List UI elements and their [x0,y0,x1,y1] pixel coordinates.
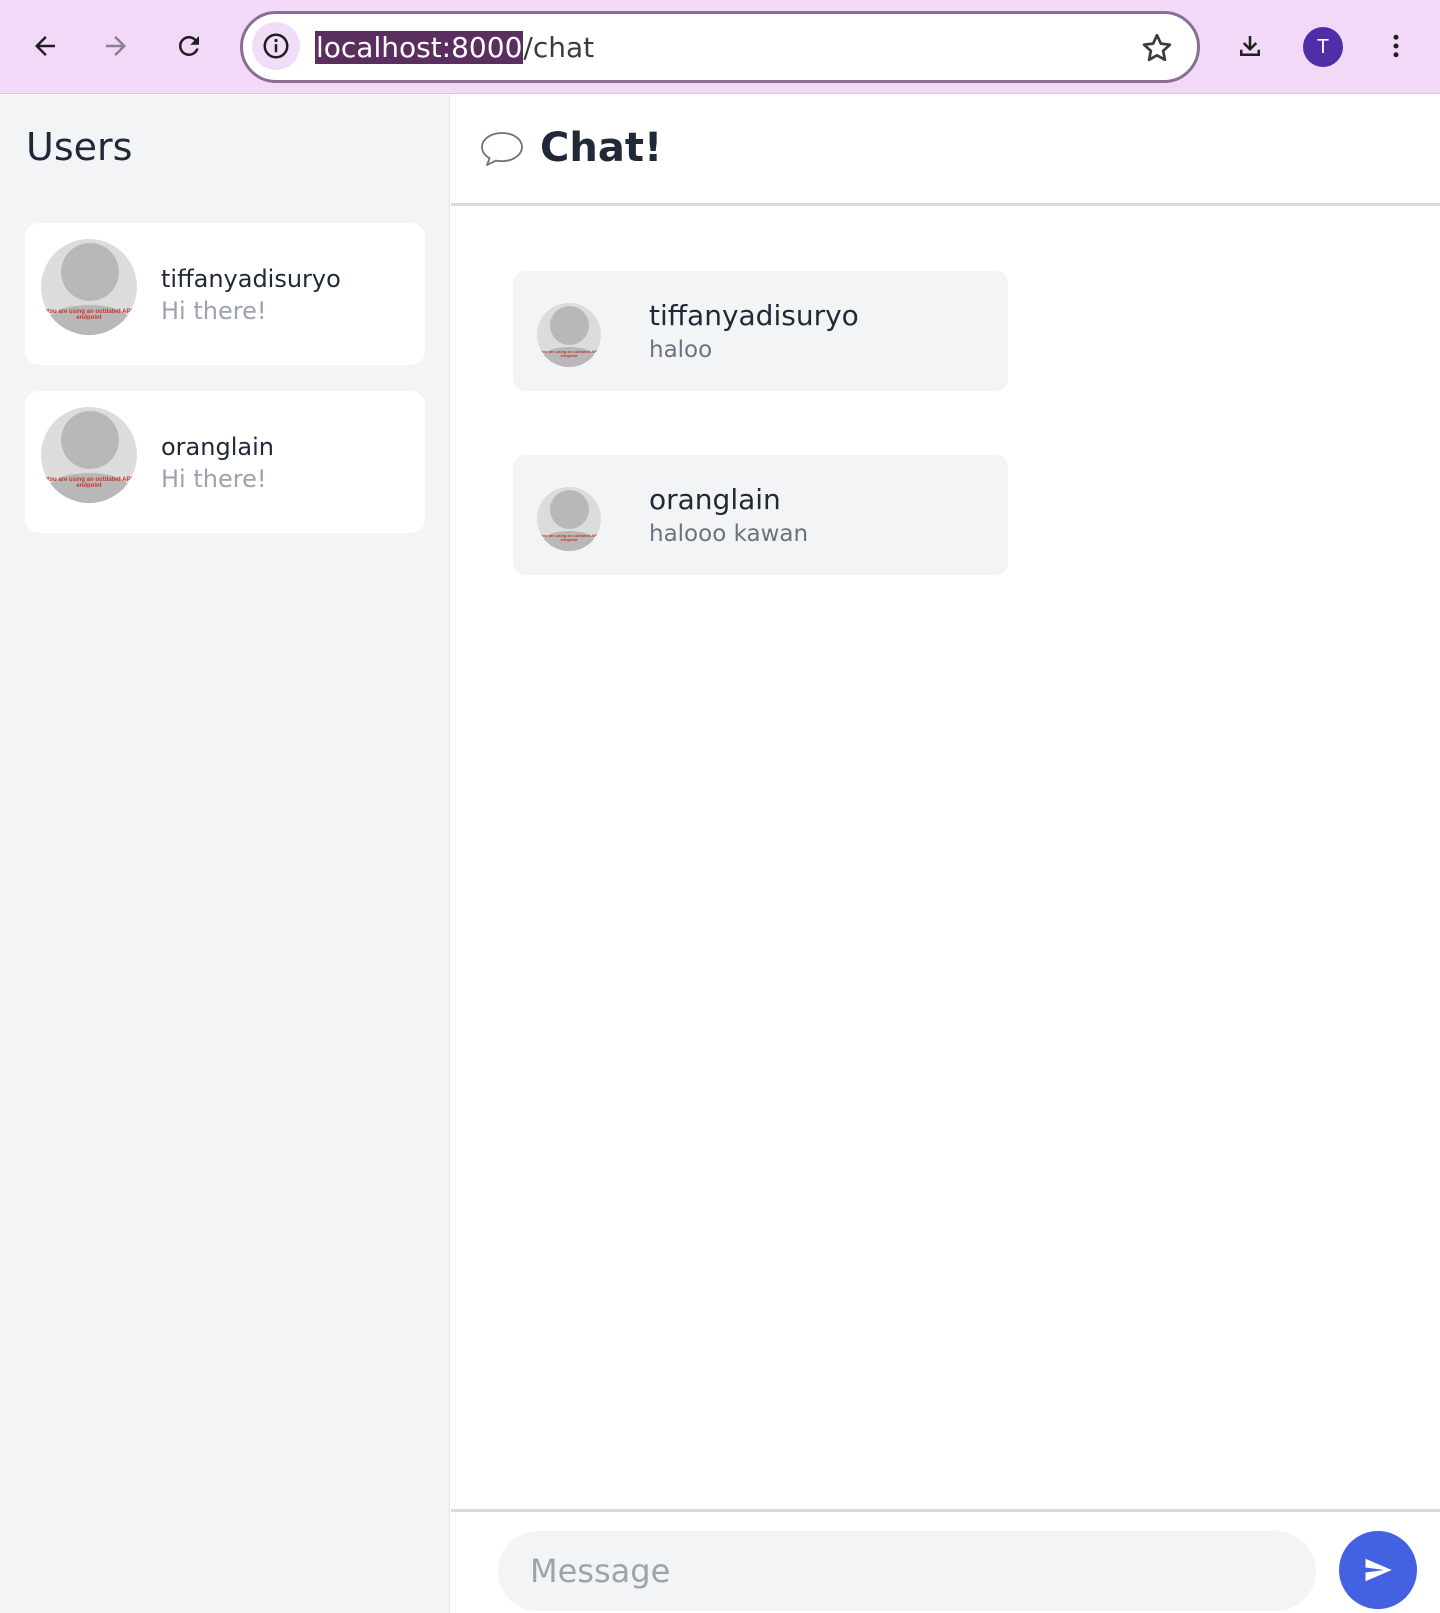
user-list-item[interactable]: You are using an outdated API endpoint o… [25,391,425,533]
chat-header: Chat! [451,95,1440,206]
message-text: halooo kawan [649,521,809,547]
avatar-warning-text: You are using an outdated API endpoint [540,349,598,359]
send-icon [1365,1558,1392,1582]
forward-button[interactable] [90,20,142,72]
back-arrow-icon [35,36,55,56]
reload-icon [178,35,199,56]
chat-title: Chat! [540,125,663,171]
user-preview: Hi there! [161,465,267,493]
message-input[interactable] [498,1531,1316,1611]
user-avatar: You are using an outdated API endpoint [41,239,137,335]
message-text: haloo [649,337,713,363]
users-sidebar: Users You are using an outdated API endp… [0,95,450,1613]
user-avatar: You are using an outdated API endpoint [41,407,137,503]
reload-button[interactable] [163,20,215,72]
star-icon[interactable] [1139,30,1175,66]
download-icon [1240,36,1260,56]
message-list: You are using an outdated API endpoint t… [451,209,1440,1509]
avatar-warning-text: You are using an outdated API endpoint [45,477,133,490]
site-info-button[interactable] [252,22,300,70]
message-sender: tiffanyadisuryo [649,299,859,332]
back-button[interactable] [19,20,71,72]
address-bar[interactable]: localhost:8000/chat [240,11,1200,83]
user-name: tiffanyadisuryo [161,265,341,293]
url-host: localhost:8000 [315,31,524,64]
message-item: You are using an outdated API endpoint o… [513,455,1008,575]
info-icon [263,33,289,59]
avatar-warning-text: You are using an outdated API endpoint [45,309,133,322]
sidebar-title: Users [26,125,133,169]
message-item: You are using an outdated API endpoint t… [513,271,1008,391]
message-sender: oranglain [649,483,781,516]
url-text[interactable]: localhost:8000/chat [315,27,594,69]
user-name: oranglain [161,433,274,461]
send-button[interactable] [1339,1531,1417,1609]
forward-arrow-icon [106,36,126,56]
message-avatar: You are using an outdated API endpoint [537,303,601,367]
browser-toolbar: localhost:8000/chat T [0,0,1440,94]
user-preview: Hi there! [161,297,267,325]
url-path: /chat [523,31,595,64]
message-avatar: You are using an outdated API endpoint [537,487,601,551]
message-composer [451,1509,1440,1613]
avatar-warning-text: You are using an outdated API endpoint [540,533,598,543]
profile-avatar-button[interactable]: T [1303,27,1343,67]
browser-menu-button[interactable] [1370,20,1422,72]
download-button[interactable] [1224,20,1276,72]
chat-bubble-icon [481,132,523,166]
kebab-menu-icon [1393,34,1399,58]
user-list-item[interactable]: You are using an outdated API endpoint t… [25,223,425,365]
